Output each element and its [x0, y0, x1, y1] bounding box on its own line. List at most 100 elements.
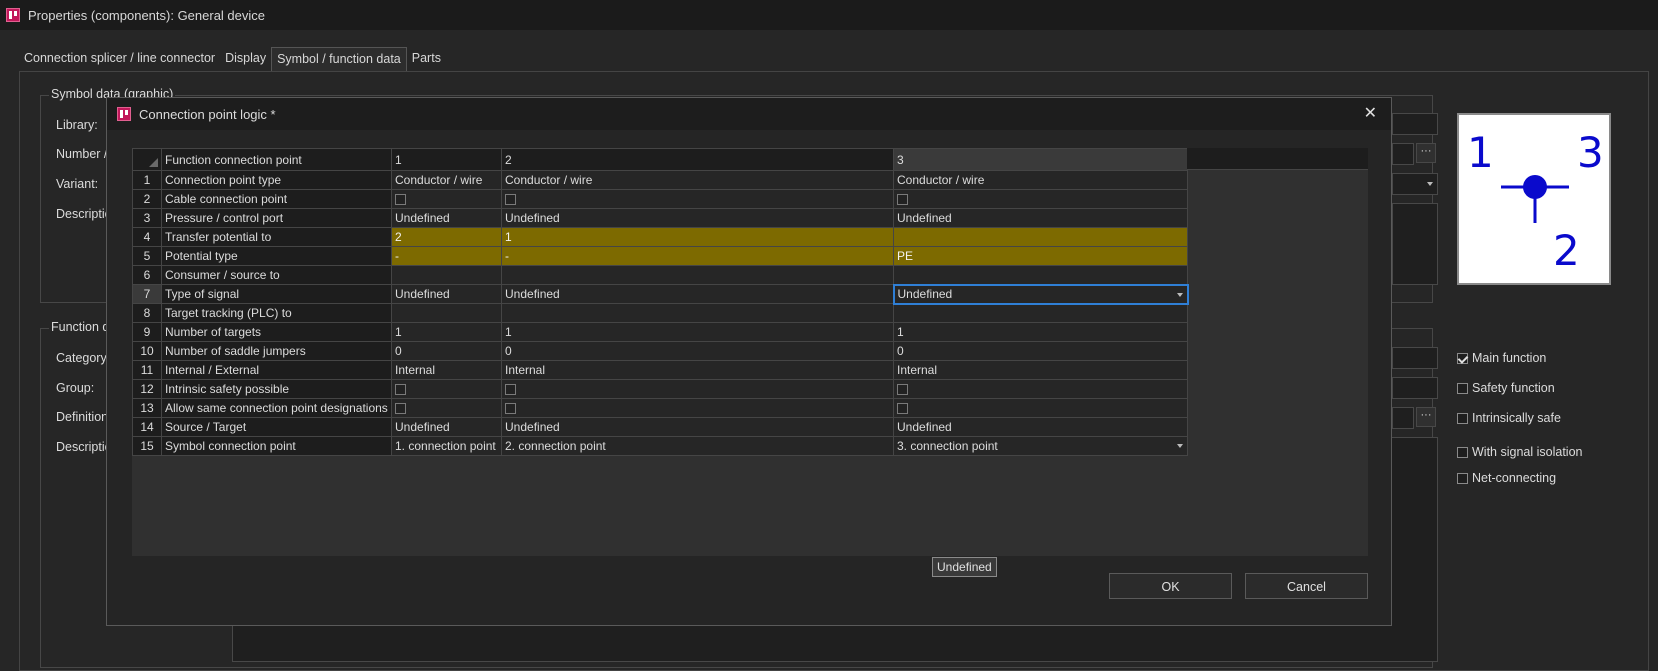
grid-cell[interactable]: Undefined: [501, 417, 894, 437]
definition-field[interactable]: [1392, 407, 1414, 429]
intrinsically-safe-checkbox[interactable]: Intrinsically safe: [1457, 411, 1561, 425]
library-field[interactable]: [1392, 113, 1438, 135]
grid-cell[interactable]: [893, 265, 1188, 285]
grid-cell[interactable]: Undefined: [391, 417, 502, 437]
grid-cell[interactable]: PE: [893, 246, 1188, 266]
group-field[interactable]: [1392, 377, 1438, 399]
definition-browse-button[interactable]: ···: [1416, 407, 1436, 427]
grid-cell[interactable]: Undefined: [893, 417, 1188, 437]
number-browse-button[interactable]: ···: [1416, 143, 1436, 163]
grid-cell[interactable]: -: [391, 246, 502, 266]
grid-cell[interactable]: 1: [501, 322, 894, 342]
grid-cell[interactable]: -: [501, 246, 894, 266]
chevron-down-icon[interactable]: [1177, 444, 1183, 448]
grid-cell[interactable]: [893, 398, 1188, 418]
grid-cell[interactable]: Undefined: [893, 208, 1188, 228]
grid-cell[interactable]: [893, 189, 1188, 209]
grid-cell[interactable]: [501, 398, 894, 418]
column-header-2[interactable]: 2: [501, 148, 894, 171]
row-number[interactable]: 5: [132, 246, 162, 266]
row-number[interactable]: 4: [132, 227, 162, 247]
grid-cell[interactable]: [501, 379, 894, 399]
grid-cell[interactable]: 1: [391, 322, 502, 342]
row-number[interactable]: 10: [132, 341, 162, 361]
tab-connection-splicer[interactable]: Connection splicer / line connector: [19, 47, 220, 71]
signal-isolation-checkbox[interactable]: With signal isolation: [1457, 445, 1582, 459]
grid-cell[interactable]: Undefined: [501, 208, 894, 228]
grid-cell[interactable]: [501, 265, 894, 285]
row-number[interactable]: 2: [132, 189, 162, 209]
type-of-signal-dropdown[interactable]: Undefined: [892, 283, 1189, 305]
grid-cell[interactable]: [893, 303, 1188, 323]
grid-cell[interactable]: Conductor / wire: [893, 170, 1188, 190]
checkbox-icon[interactable]: [897, 384, 908, 396]
symbol-graphic: 1 3 2: [1467, 128, 1604, 275]
cancel-button[interactable]: Cancel: [1245, 573, 1368, 599]
checkbox-icon[interactable]: [505, 403, 516, 415]
safety-function-checkbox[interactable]: Safety function: [1457, 381, 1555, 395]
variant-dropdown[interactable]: [1392, 173, 1438, 195]
row-number[interactable]: 3: [132, 208, 162, 228]
row-number[interactable]: 6: [132, 265, 162, 285]
checkbox-icon[interactable]: [897, 194, 908, 206]
row-number[interactable]: 14: [132, 417, 162, 437]
grid-cell[interactable]: 1. connection point: [391, 436, 502, 456]
net-connecting-checkbox[interactable]: Net-connecting: [1457, 471, 1556, 485]
tab-symbol-function-data[interactable]: Symbol / function data: [271, 47, 407, 71]
grid-cell[interactable]: Conductor / wire: [391, 170, 502, 190]
grid-cell[interactable]: [391, 189, 502, 209]
row-number[interactable]: 11: [132, 360, 162, 380]
row-number[interactable]: 12: [132, 379, 162, 399]
grid-cell[interactable]: [893, 227, 1188, 247]
grid-cell[interactable]: Undefined: [391, 284, 502, 304]
grid-cell[interactable]: Conductor / wire: [501, 170, 894, 190]
grid-cell[interactable]: 0: [501, 341, 894, 361]
category-field[interactable]: [1392, 347, 1438, 369]
grid-cell[interactable]: Internal: [893, 360, 1188, 380]
grid-cell[interactable]: [391, 303, 502, 323]
checkbox-icon[interactable]: [505, 384, 516, 396]
grid-cell[interactable]: [893, 379, 1188, 399]
checkbox-icon[interactable]: [395, 194, 406, 206]
cell-value: 1: [897, 325, 904, 339]
row-number[interactable]: 13: [132, 398, 162, 418]
grid-cell[interactable]: Undefined: [391, 208, 502, 228]
checkbox-icon[interactable]: [505, 194, 516, 206]
row-number[interactable]: 1: [132, 170, 162, 190]
grid-cell[interactable]: [391, 379, 502, 399]
grid-cell[interactable]: Internal: [391, 360, 502, 380]
grid-cell[interactable]: [391, 265, 502, 285]
close-icon[interactable]: ✕: [1364, 103, 1377, 123]
grid-cell[interactable]: 0: [391, 341, 502, 361]
main-function-checkbox[interactable]: Main function: [1457, 351, 1546, 365]
column-header-3[interactable]: 3: [893, 148, 1188, 171]
grid-cell[interactable]: Internal: [501, 360, 894, 380]
grid-cell[interactable]: 2. connection point: [501, 436, 894, 456]
chevron-down-icon[interactable]: [1176, 292, 1183, 297]
grid-cell[interactable]: [391, 398, 502, 418]
symbol-connection-point-dropdown[interactable]: 3. connection point: [893, 436, 1188, 456]
grid-cell[interactable]: 1: [501, 227, 894, 247]
checkbox-icon[interactable]: [395, 403, 406, 415]
grid-cell[interactable]: 2: [391, 227, 502, 247]
symbol-description-field[interactable]: [1392, 203, 1438, 285]
row-number[interactable]: 7: [132, 284, 162, 304]
tab-parts[interactable]: Parts: [407, 47, 446, 71]
grid-cell[interactable]: 0: [893, 341, 1188, 361]
number-field[interactable]: [1392, 143, 1414, 165]
grid-cell[interactable]: [501, 303, 894, 323]
checkbox-icon[interactable]: [395, 384, 406, 396]
checkbox-icon[interactable]: [897, 403, 908, 415]
grid-cell[interactable]: 1: [893, 322, 1188, 342]
grid-cell[interactable]: [501, 189, 894, 209]
row-number[interactable]: 8: [132, 303, 162, 323]
select-all-corner[interactable]: [132, 148, 162, 171]
row-label: Connection point type: [161, 170, 392, 190]
tab-display[interactable]: Display: [220, 47, 271, 71]
grid-cell[interactable]: Undefined: [501, 284, 894, 304]
main-function-label: Main function: [1472, 351, 1547, 365]
row-number[interactable]: 9: [132, 322, 162, 342]
ok-button[interactable]: OK: [1109, 573, 1232, 599]
row-number[interactable]: 15: [132, 436, 162, 456]
column-header-1[interactable]: 1: [391, 148, 502, 171]
